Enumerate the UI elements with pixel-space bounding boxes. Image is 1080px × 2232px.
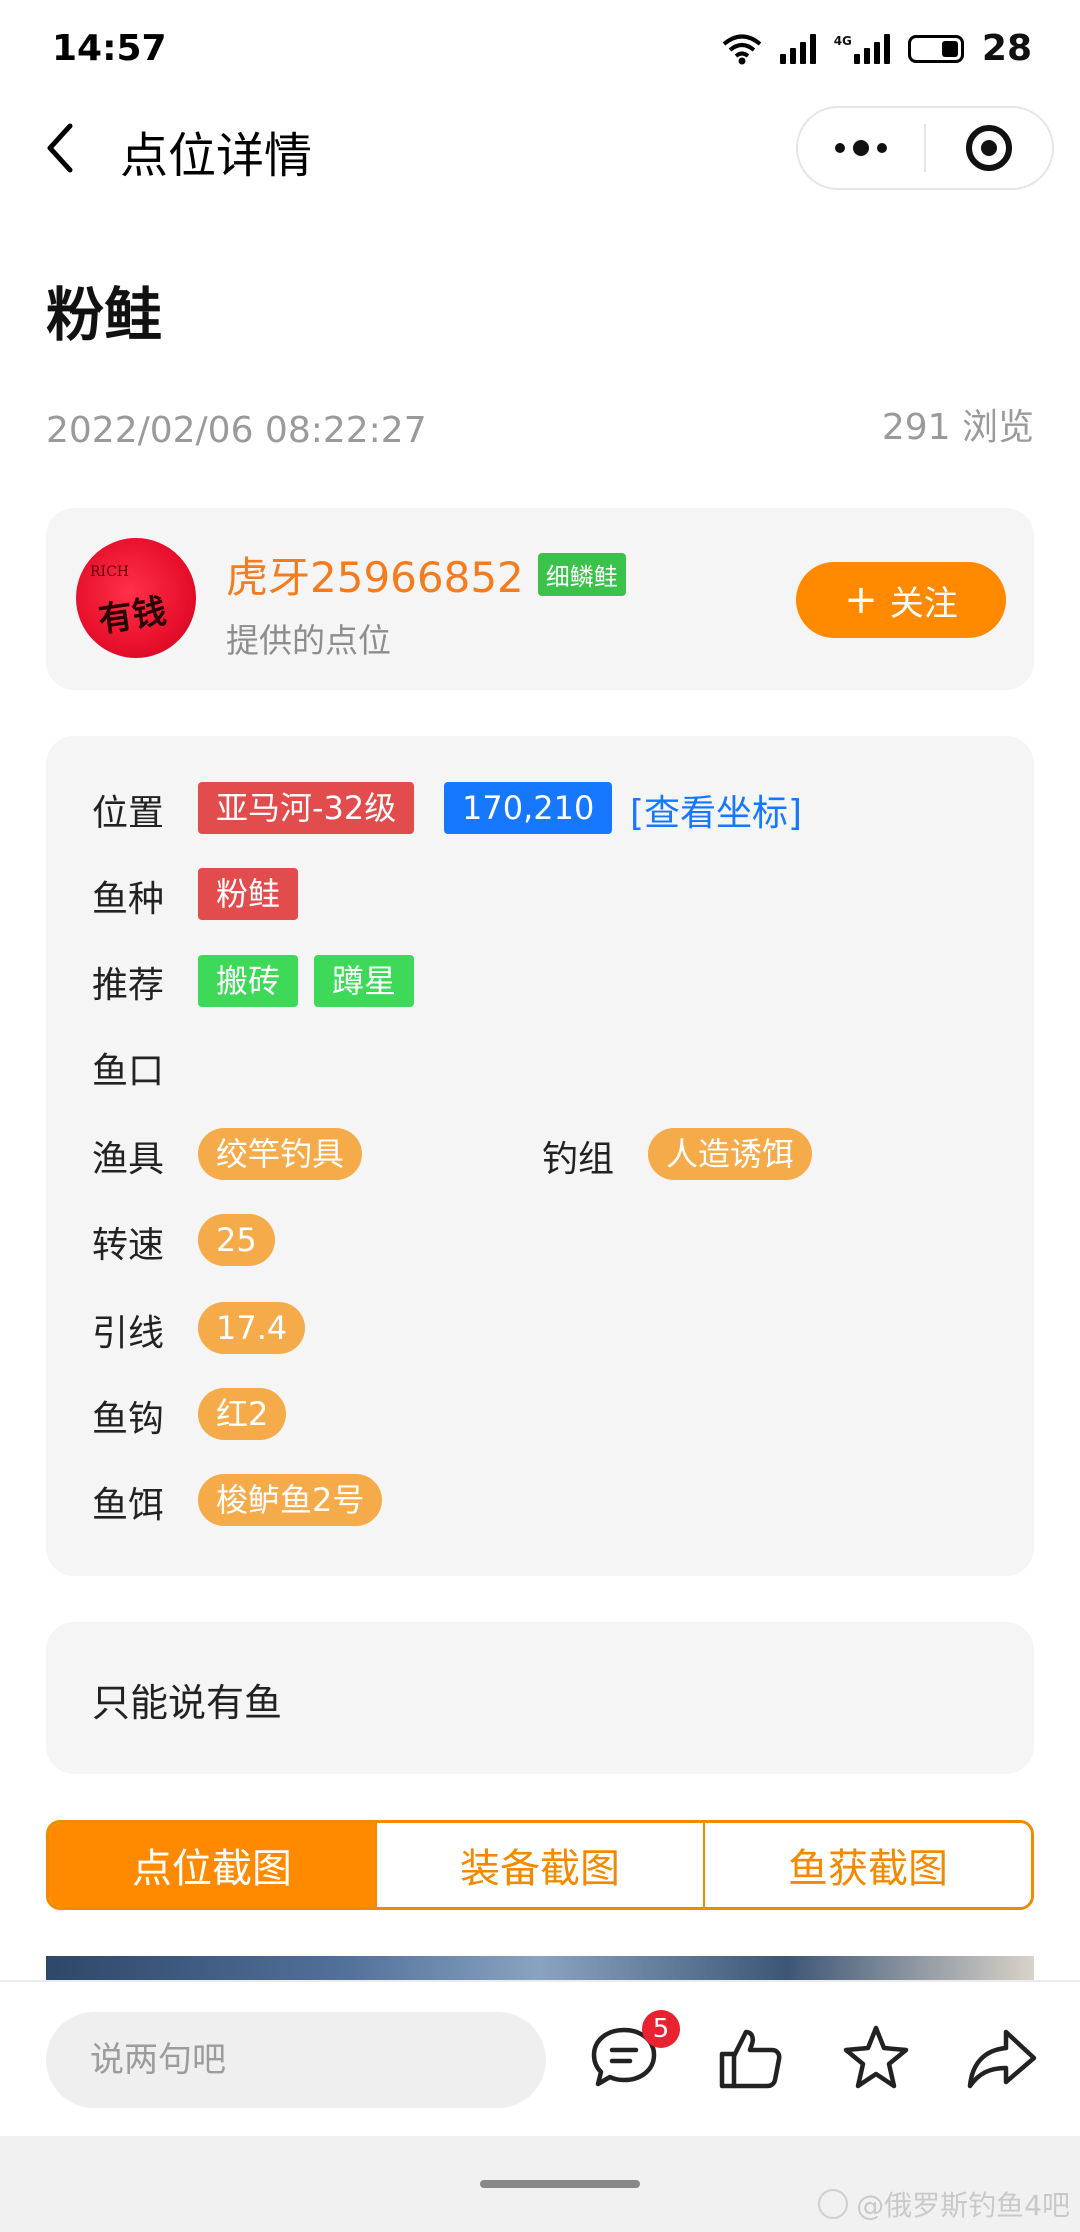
- chevron-left-icon: [47, 123, 73, 173]
- map-tag: 亚马河-32级: [198, 782, 415, 834]
- coords-tag: 170,210: [444, 782, 613, 834]
- follow-label: 关注: [889, 583, 958, 624]
- battery-level: 28: [981, 28, 1032, 69]
- watermark-logo-icon: [818, 2189, 849, 2219]
- rig-tag: 人造诱饵: [648, 1128, 813, 1180]
- share-button[interactable]: [962, 2018, 1042, 2098]
- screenshot-image[interactable]: [46, 1956, 1034, 1980]
- hook-tag: 红2: [198, 1388, 287, 1440]
- follow-button[interactable]: + 关注: [796, 562, 1006, 638]
- share-icon: [967, 2029, 1037, 2089]
- wifi-icon: [722, 34, 761, 64]
- status-time: 14:57: [52, 28, 167, 69]
- back-button[interactable]: [40, 118, 84, 178]
- plus-icon: +: [844, 577, 878, 623]
- like-button[interactable]: [710, 2018, 790, 2098]
- screenshot-tabs: 点位截图 装备截图 鱼获截图: [46, 1820, 1034, 1910]
- speed-tag: 25: [198, 1214, 275, 1266]
- author-level-badge: 细鳞鲑: [537, 553, 626, 596]
- avatar[interactable]: RICH 有钱: [76, 538, 196, 658]
- rig-label: 钓组: [542, 1139, 615, 1180]
- target-icon: [966, 125, 1012, 171]
- view-coords-link[interactable]: [查看坐标]: [630, 784, 802, 836]
- speed-label: 转速: [92, 1225, 165, 1266]
- comment-count-badge: 5: [642, 2010, 680, 2048]
- miniprogram-capsule: [796, 106, 1054, 190]
- recommend-label: 推荐: [92, 965, 165, 1006]
- note-text: 只能说有鱼: [92, 1681, 283, 1725]
- home-indicator[interactable]: [480, 2180, 640, 2188]
- signal-icon: [779, 33, 816, 64]
- avatar-text-main: 有钱: [96, 591, 169, 641]
- hook-label: 鱼钩: [92, 1399, 165, 1440]
- page-header-title: 点位详情: [120, 128, 313, 184]
- watermark: @俄罗斯钓鱼4吧: [818, 2184, 1070, 2224]
- location-label: 位置: [92, 793, 165, 834]
- bottom-action-bar: 5: [0, 1980, 1080, 2136]
- tab-spot-screenshot[interactable]: 点位截图: [49, 1823, 375, 1907]
- comment-button[interactable]: 5: [584, 2010, 680, 2098]
- bite-label: 鱼口: [92, 1051, 165, 1092]
- view-count: 291 浏览: [881, 407, 1034, 448]
- recommend-tag: 搬砖: [198, 955, 299, 1007]
- recommend-tag: 蹲星: [314, 955, 415, 1007]
- tackle-tag: 绞竿钓具: [198, 1128, 363, 1180]
- close-miniprogram-button[interactable]: [926, 108, 1052, 188]
- species-tag: 粉鲑: [198, 868, 299, 920]
- star-icon: [843, 2025, 909, 2089]
- tackle-label: 渔具: [92, 1139, 165, 1180]
- note-card: 只能说有鱼: [46, 1622, 1034, 1774]
- avatar-text-top: RICH: [90, 564, 129, 580]
- species-label: 鱼种: [92, 879, 165, 920]
- leader-label: 引线: [92, 1313, 165, 1354]
- more-dots-icon: [835, 140, 887, 156]
- author-name[interactable]: 虎牙25966852: [226, 544, 524, 605]
- bait-label: 鱼饵: [92, 1485, 165, 1526]
- author-name-row: 虎牙25966852 细鳞鲑: [226, 544, 626, 605]
- battery-icon: [907, 34, 964, 63]
- post-date: 2022/02/06 08:22:27: [46, 410, 427, 451]
- author-subtitle: 提供的点位: [226, 621, 391, 660]
- status-icons: 4G 28: [722, 28, 1032, 69]
- favorite-button[interactable]: [836, 2018, 916, 2098]
- tab-catch-screenshot[interactable]: 鱼获截图: [703, 1823, 1031, 1907]
- more-button[interactable]: [798, 108, 924, 188]
- bait-tag: 梭鲈鱼2号: [198, 1474, 383, 1526]
- author-card: RICH 有钱 虎牙25966852 细鳞鲑 提供的点位 + 关注: [46, 508, 1034, 690]
- network-label: 4G: [833, 33, 852, 48]
- signal-4g-icon: 4G: [833, 33, 890, 64]
- watermark-text: @俄罗斯钓鱼4吧: [856, 2189, 1070, 2222]
- post-title: 粉鲑: [46, 281, 163, 349]
- tab-gear-screenshot[interactable]: 装备截图: [375, 1823, 703, 1907]
- leader-tag: 17.4: [198, 1302, 306, 1354]
- system-nav-area: @俄罗斯钓鱼4吧: [0, 2136, 1080, 2232]
- thumbs-up-icon: [719, 2029, 782, 2089]
- comment-input[interactable]: [46, 2012, 546, 2108]
- spot-details-card: 位置 亚马河-32级 170,210 [查看坐标] 鱼种 粉鲑 推荐 搬砖 蹲星…: [46, 736, 1034, 1576]
